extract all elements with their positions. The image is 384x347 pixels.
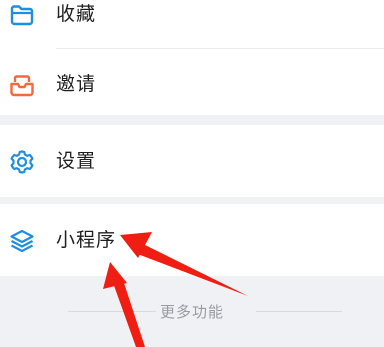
menu-item-invite-label: 邀请: [56, 73, 97, 95]
menu-item-settings-label: 设置: [56, 150, 97, 172]
layers-icon: [10, 229, 34, 253]
more-functions-label[interactable]: 更多功能: [0, 300, 384, 324]
menu-group-settings: 设置: [0, 125, 384, 197]
menu-item-favorites[interactable]: 收藏: [0, 0, 384, 50]
menu-item-mini-programs[interactable]: 小程序: [0, 204, 384, 276]
menu-item-mini-programs-label: 小程序: [56, 229, 117, 251]
menu-item-favorites-label: 收藏: [56, 3, 97, 25]
folder-icon: [10, 5, 34, 26]
more-functions-section: 更多功能: [0, 300, 384, 324]
menu-item-settings[interactable]: 设置: [0, 125, 384, 197]
menu-group-primary: 收藏 邀请: [0, 0, 384, 115]
gear-icon: [10, 150, 34, 174]
menu-page: 收藏 邀请 设置 小程序 更多功能: [0, 0, 384, 347]
invite-inbox-icon: [10, 75, 34, 97]
menu-group-mini-programs: 小程序: [0, 204, 384, 276]
menu-item-invite[interactable]: 邀请: [0, 48, 384, 120]
